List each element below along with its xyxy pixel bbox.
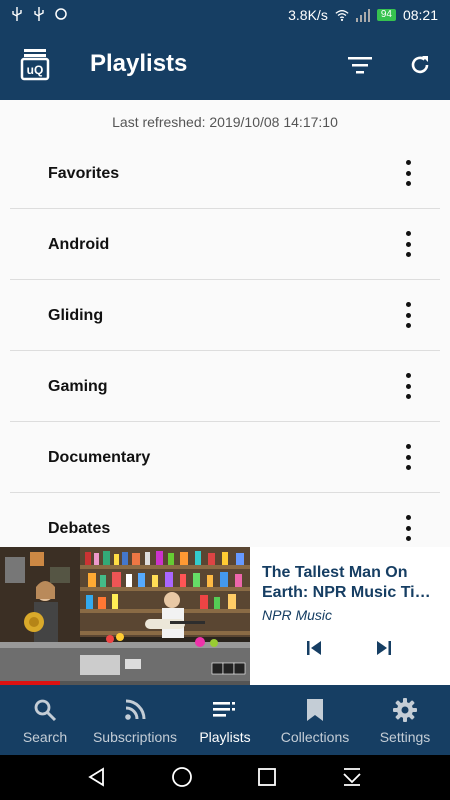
- bookmark-icon: [302, 697, 328, 723]
- playlist-label: Favorites: [48, 165, 120, 182]
- player-title-line2: Earth: NPR Music Tiny Desk Concert: [262, 584, 440, 601]
- playlist-item-favorites[interactable]: Favorites: [10, 138, 440, 209]
- playlist-item-debates[interactable]: Debates: [10, 493, 440, 547]
- usb-icon: [32, 7, 46, 21]
- nav-label: Subscriptions: [92, 729, 178, 745]
- playlist-item-documentary[interactable]: Documentary: [10, 422, 440, 493]
- nav-collections[interactable]: Collections: [270, 685, 360, 755]
- refresh-icon: [411, 56, 429, 74]
- page-title: Playlists: [90, 50, 188, 77]
- refresh-button[interactable]: [405, 50, 435, 80]
- status-bar: 3.8K/s 94 08:21: [0, 0, 450, 30]
- playlist-item-gliding[interactable]: Gliding: [10, 280, 440, 351]
- gear-icon: [392, 697, 418, 723]
- playlist-label: Gliding: [48, 307, 104, 324]
- next-icon: [377, 641, 391, 655]
- status-left-icons: [10, 7, 68, 21]
- more-options-icon[interactable]: [401, 373, 415, 399]
- battery-icon: 94: [376, 9, 396, 21]
- nav-playlists[interactable]: Playlists: [180, 685, 270, 755]
- signal-icon: [355, 8, 370, 22]
- home-icon: [172, 767, 192, 787]
- filter-icon: [348, 57, 372, 74]
- playlist-label: Documentary: [48, 449, 151, 466]
- playlist-item-gaming[interactable]: Gaming: [10, 351, 440, 422]
- rss-icon: [122, 697, 148, 723]
- nav-settings[interactable]: Settings: [360, 685, 450, 755]
- playlist-label: Debates: [48, 520, 111, 537]
- nav-label: Playlists: [199, 729, 251, 745]
- app-logo-text: uQ: [27, 63, 44, 77]
- player-title[interactable]: The Tallest Man On Earth: NPR Music Tiny…: [262, 563, 440, 603]
- video-thumbnail[interactable]: [0, 547, 250, 685]
- home-button[interactable]: [170, 765, 194, 789]
- playlists-content: Last refreshed: 2019/10/08 14:17:10 Favo…: [0, 100, 450, 547]
- status-right-icons: 3.8K/s 94 08:21: [288, 7, 438, 23]
- nav-label: Search: [22, 729, 68, 745]
- previous-button[interactable]: [304, 638, 324, 658]
- app-logo-icon[interactable]: uQ: [20, 47, 50, 83]
- usb-icon: [10, 7, 24, 21]
- more-options-icon[interactable]: [401, 302, 415, 328]
- next-button[interactable]: [374, 638, 394, 658]
- search-icon: [32, 697, 58, 723]
- playlist-icon: [212, 697, 238, 723]
- nav-label: Settings: [379, 729, 431, 745]
- mini-player[interactable]: The Tallest Man On Earth: NPR Music Tiny…: [0, 547, 450, 685]
- notification-drawer-icon: [343, 768, 361, 786]
- player-channel: NPR Music: [262, 607, 333, 623]
- last-refreshed-text: Last refreshed: 2019/10/08 14:17:10: [112, 114, 338, 130]
- back-icon: [88, 767, 104, 787]
- more-options-icon[interactable]: [401, 444, 415, 470]
- player-title-line1: The Tallest Man On: [262, 564, 408, 581]
- playlist-label: Android: [48, 236, 110, 253]
- previous-icon: [307, 641, 321, 655]
- playlist-label: Gaming: [48, 378, 108, 395]
- more-options-icon[interactable]: [401, 515, 415, 541]
- filter-button[interactable]: [345, 50, 375, 80]
- notification-drawer-button[interactable]: [340, 765, 364, 789]
- more-options-icon[interactable]: [401, 231, 415, 257]
- network-speed: 3.8K/s: [288, 7, 328, 23]
- wifi-icon: [335, 8, 349, 22]
- recents-button[interactable]: [255, 765, 279, 789]
- nav-search[interactable]: Search: [0, 685, 90, 755]
- sync-icon: [54, 7, 68, 21]
- nav-subscriptions[interactable]: Subscriptions: [90, 685, 180, 755]
- more-options-icon[interactable]: [401, 160, 415, 186]
- playlist-item-android[interactable]: Android: [10, 209, 440, 280]
- recents-icon: [258, 768, 276, 786]
- app-bar: uQ Playlists: [0, 30, 450, 100]
- bottom-navigation: Search Subscriptions Playlists Collectio…: [0, 685, 450, 755]
- nav-label: Collections: [280, 729, 350, 745]
- clock: 08:21: [402, 7, 438, 23]
- system-navigation: [0, 755, 450, 800]
- back-button[interactable]: [85, 765, 109, 789]
